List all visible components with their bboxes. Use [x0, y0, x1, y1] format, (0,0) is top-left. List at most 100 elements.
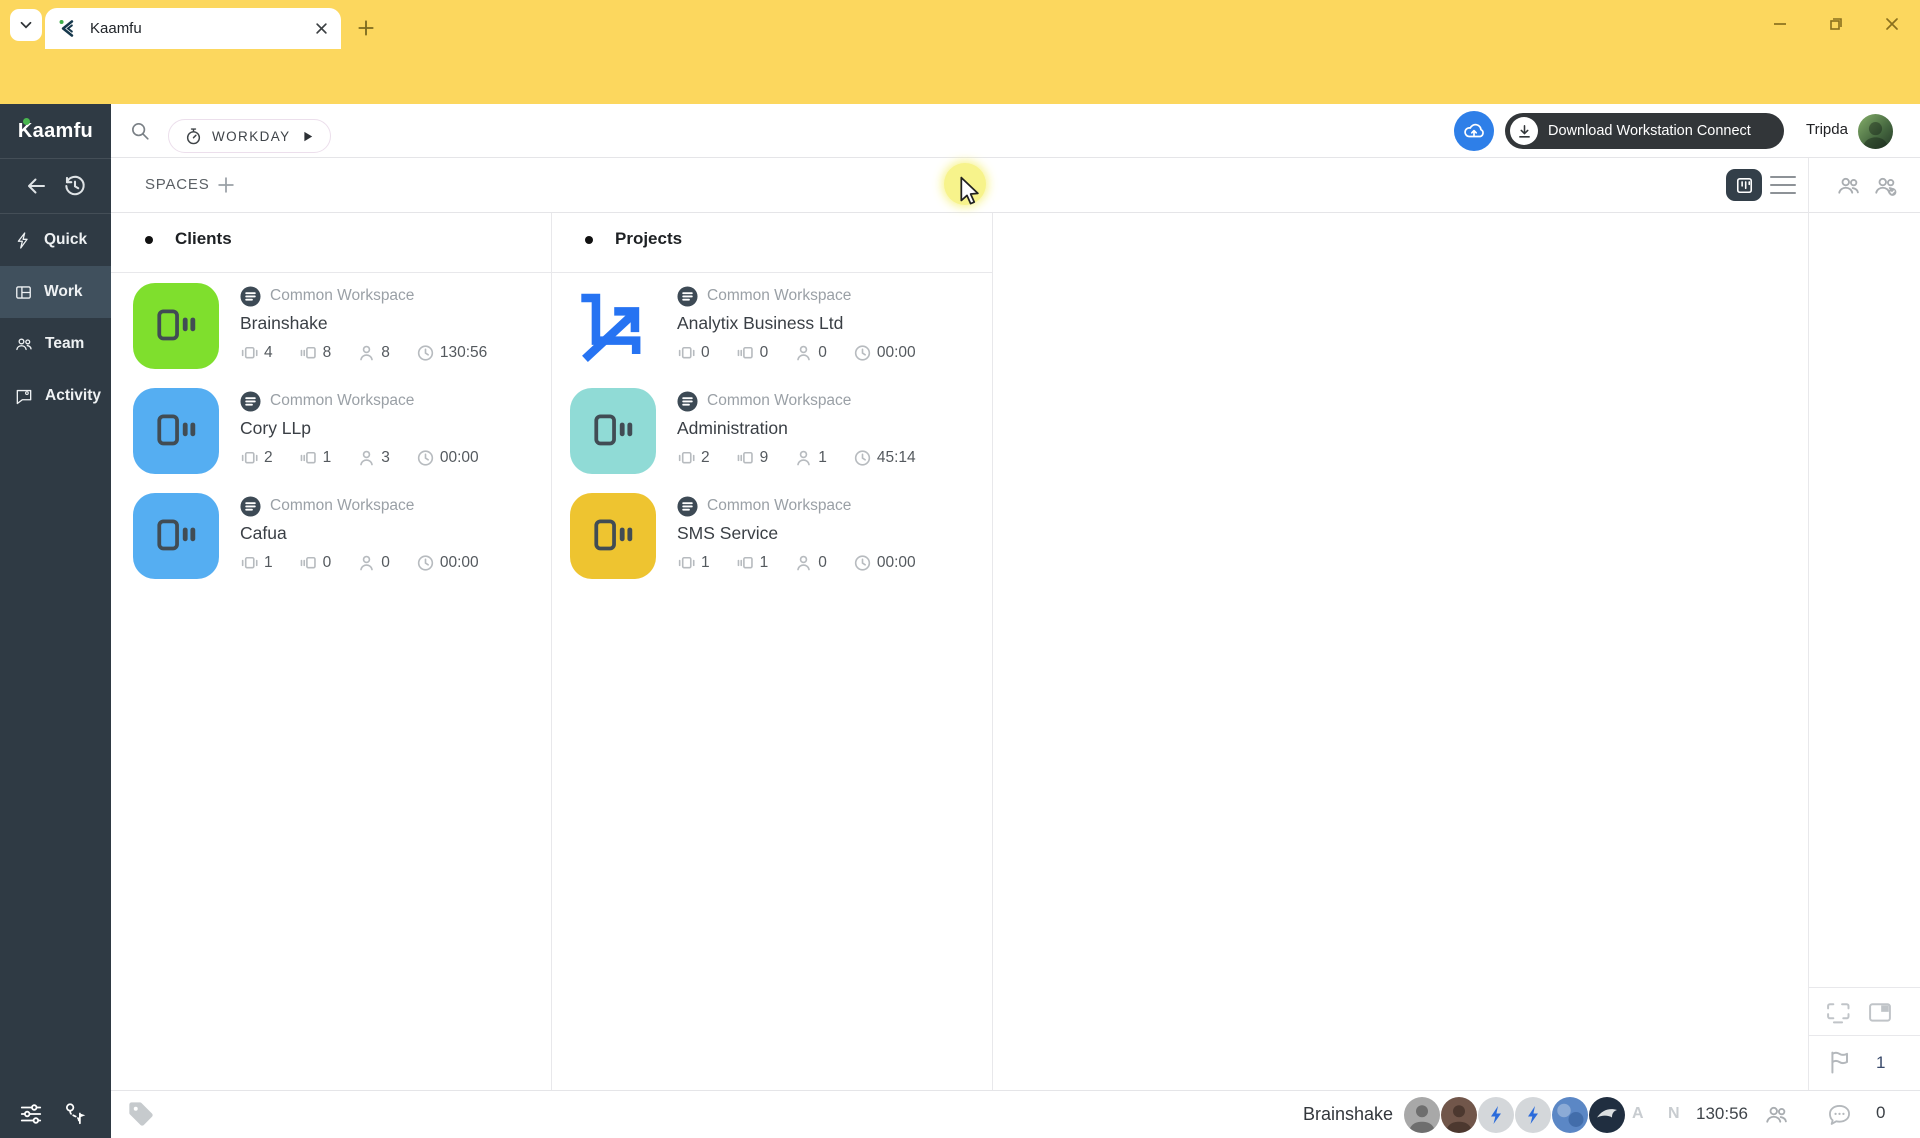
user-avatar[interactable] [1858, 114, 1893, 149]
column-divider [551, 213, 552, 1090]
cloud-upload-icon [1462, 119, 1486, 143]
space-tile [133, 283, 219, 369]
avatar[interactable] [1441, 1097, 1477, 1133]
rail-divider [1809, 987, 1920, 988]
members-stat: 0 [357, 553, 390, 572]
window-minimize-button[interactable] [1766, 10, 1794, 38]
boards-icon [240, 448, 259, 467]
play-icon[interactable] [300, 129, 315, 144]
lightning-icon [14, 231, 33, 250]
member-icon [794, 553, 813, 572]
avatar[interactable] [1552, 1097, 1588, 1133]
chat-count: 0 [1876, 1103, 1885, 1123]
boards-stat: 4 [240, 343, 273, 362]
column-header-projects: Projects [615, 229, 682, 249]
boards-stat: 0 [677, 343, 710, 362]
new-tab-button[interactable] [352, 14, 380, 42]
space-card-cafua[interactable]: Common Workspace Cafua 1 0 0 00:00 [133, 493, 487, 579]
tab-search-chevron-button[interactable] [10, 9, 42, 41]
boards-icon [677, 343, 696, 362]
window-restore-button[interactable] [1822, 10, 1850, 38]
window-capture-button[interactable] [1866, 999, 1894, 1027]
column-header-divider [111, 272, 992, 273]
kanban-board-icon [1735, 176, 1754, 195]
people-check-icon [1873, 173, 1899, 199]
board-tile-icon [153, 303, 199, 349]
sidebar-item-work[interactable]: Work [0, 266, 111, 318]
download-workstation-button[interactable]: Download Workstation Connect [1505, 113, 1784, 149]
board-tile-icon [590, 513, 636, 559]
board-icon [14, 283, 33, 302]
flag-button[interactable] [1826, 1048, 1854, 1076]
person-silhouette [1404, 1097, 1440, 1133]
time-stat: 00:00 [853, 343, 916, 362]
space-tile [570, 388, 656, 474]
sidebar-item-quick[interactable]: Quick [0, 214, 111, 266]
workspace-badge-icon [677, 391, 698, 412]
history-clock-icon [62, 173, 88, 199]
space-card-sms-service[interactable]: Common Workspace SMS Service 1 1 0 00:00 [570, 493, 916, 579]
avatar-lightning-logo[interactable] [1478, 1097, 1514, 1133]
bird-silhouette [1592, 1100, 1622, 1130]
browser-tab-kaamfu[interactable]: Kaamfu [45, 8, 341, 49]
photo-collage [1552, 1097, 1588, 1133]
space-title: Cafua [240, 523, 479, 544]
tasks-stat: 0 [299, 553, 332, 572]
session-members-button[interactable] [1764, 1102, 1790, 1128]
indicator-n: N [1668, 1105, 1680, 1123]
list-view-button[interactable] [1770, 174, 1796, 196]
members-approved-button[interactable] [1873, 173, 1899, 199]
member-icon [357, 553, 376, 572]
workspace-badge-icon [677, 496, 698, 517]
space-card-analytix[interactable]: Common Workspace Analytix Business Ltd 0… [570, 283, 916, 369]
chat-button[interactable] [1826, 1102, 1853, 1129]
close-tab-icon[interactable] [314, 21, 329, 36]
space-title: Cory LLp [240, 418, 479, 439]
space-card-cory-llp[interactable]: Common Workspace Cory LLp 2 1 3 00:00 [133, 388, 487, 474]
sidebar-item-team[interactable]: Team [0, 318, 111, 370]
time-stat: 00:00 [416, 448, 479, 467]
clock-icon [853, 448, 872, 467]
tab-title: Kaamfu [90, 20, 314, 37]
workspace-badge-icon [677, 286, 698, 307]
tasks-stat: 1 [299, 448, 332, 467]
add-space-button[interactable] [215, 174, 237, 196]
app-sidebar: Kaamfu Quick [0, 104, 111, 1138]
filters-button[interactable] [18, 1101, 44, 1127]
workspace-badge-icon [240, 286, 261, 307]
space-card-brainshake[interactable]: Common Workspace Brainshake 4 8 8 130:56 [133, 283, 487, 369]
members-button[interactable] [1836, 173, 1862, 199]
members-stat: 1 [794, 448, 827, 467]
journey-button[interactable] [62, 1101, 88, 1127]
collapse-sidebar-button[interactable] [24, 174, 48, 198]
cloud-sync-button[interactable] [1454, 111, 1494, 151]
time-stat: 00:00 [853, 553, 916, 572]
window-close-button[interactable] [1878, 10, 1906, 38]
column-divider [992, 213, 993, 1090]
back-arrow-icon [24, 174, 48, 198]
tags-button[interactable] [127, 1100, 155, 1128]
tasks-stat: 1 [736, 553, 769, 572]
stopwatch-icon [184, 127, 203, 146]
kaamfu-favicon [57, 18, 78, 39]
workday-timer-button[interactable]: WORKDAY [168, 119, 331, 153]
avatar-lightning-logo[interactable] [1515, 1097, 1551, 1133]
minimize-icon [1772, 16, 1788, 32]
time-stat: 130:56 [416, 343, 487, 362]
boards-stat: 2 [677, 448, 710, 467]
history-button[interactable] [62, 173, 88, 199]
sidebar-item-activity[interactable]: Activity [0, 370, 111, 422]
download-circle-icon [1510, 117, 1538, 145]
search-button[interactable] [129, 120, 151, 142]
avatar[interactable] [1404, 1097, 1440, 1133]
screen-share-button[interactable] [1824, 999, 1852, 1027]
tasks-icon [736, 448, 755, 467]
avatar-bird-logo[interactable] [1589, 1097, 1625, 1133]
right-rail-divider [1808, 158, 1809, 1138]
kanban-view-button[interactable] [1726, 169, 1762, 201]
flag-icon [1826, 1048, 1854, 1076]
workspace-label: Common Workspace [707, 287, 851, 305]
space-card-administration[interactable]: Common Workspace Administration 2 9 1 45… [570, 388, 916, 474]
window-icon [1866, 999, 1894, 1027]
timer-value: 130:56 [1696, 1104, 1748, 1124]
